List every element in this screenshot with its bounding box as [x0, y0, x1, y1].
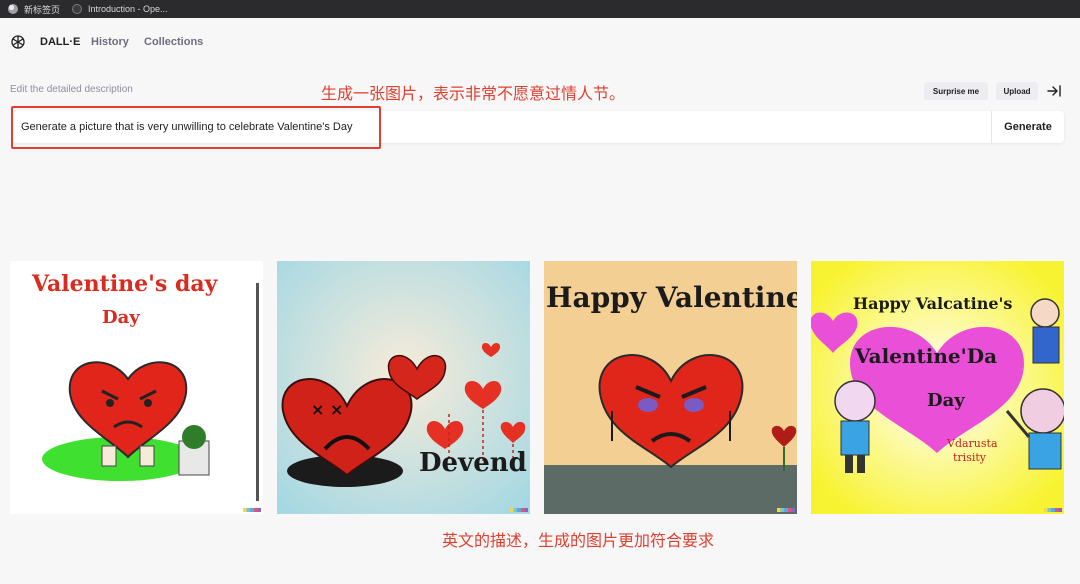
generated-image-4[interactable]: Happy Valcatine's Valentine'Da Day Vdaru… — [811, 261, 1064, 514]
openai-icon — [72, 4, 83, 14]
image-4-line1: Happy Valcatine's — [853, 294, 1012, 313]
browser-tab-bar: 新标签页 Introduction - Ope... — [0, 0, 1080, 18]
browser-tab-new[interactable]: 新标签页 — [0, 0, 60, 18]
watermark — [510, 508, 528, 512]
tab-title: 新标签页 — [24, 4, 61, 15]
brand-title[interactable]: DALL·E — [40, 36, 80, 48]
nav-history[interactable]: History — [91, 36, 129, 48]
generated-image-2[interactable]: × × Devend — [277, 261, 530, 514]
surprise-me-button[interactable]: Surprise me — [924, 82, 988, 100]
highlight-box — [11, 106, 381, 149]
watermark — [777, 508, 795, 512]
openai-logo-icon[interactable] — [10, 34, 26, 50]
annotation-top: 生成一张图片，表示非常不愿意过情人节。 — [321, 86, 626, 103]
image-1-title: Valentine's day — [31, 271, 219, 297]
generated-image-1[interactable]: Valentine's day Day — [10, 261, 263, 514]
image-2-art: × × Devend — [277, 261, 530, 514]
image-4-line4: Vdarusta — [946, 437, 998, 450]
image-2-caption: Devend — [419, 448, 527, 478]
browser-tab-openai[interactable]: Introduction - Ope... — [60, 0, 168, 18]
svg-text:× ×: × × — [311, 400, 343, 419]
nav-collections[interactable]: Collections — [144, 36, 203, 48]
image-1-subtitle: Day — [102, 307, 140, 328]
image-4-line2: Valentine'Da — [854, 344, 997, 368]
tab-title: Introduction - Ope... — [88, 4, 168, 14]
generate-button[interactable]: Generate — [992, 111, 1064, 143]
image-4-line3: Day — [927, 390, 965, 411]
image-1-art: Valentine's day Day — [10, 261, 263, 514]
top-nav: DALL·E History Collections — [0, 18, 1080, 66]
image-3-art: Happy Valentine Da — [544, 261, 797, 514]
watermark — [1044, 508, 1062, 512]
globe-icon — [8, 4, 18, 14]
image-3-caption: Happy Valentine Da — [546, 281, 797, 314]
image-4-line5: trisity — [953, 451, 987, 464]
upload-button[interactable]: Upload — [996, 82, 1038, 100]
annotation-bottom: 英文的描述，生成的图片更加符合要求 — [442, 533, 715, 550]
collapse-panel-icon[interactable] — [1046, 84, 1062, 98]
description-label: Edit the detailed description — [10, 84, 133, 95]
generated-image-3[interactable]: Happy Valentine Da — [544, 261, 797, 514]
watermark — [243, 508, 261, 512]
image-4-art: Happy Valcatine's Valentine'Da Day Vdaru… — [811, 261, 1064, 514]
